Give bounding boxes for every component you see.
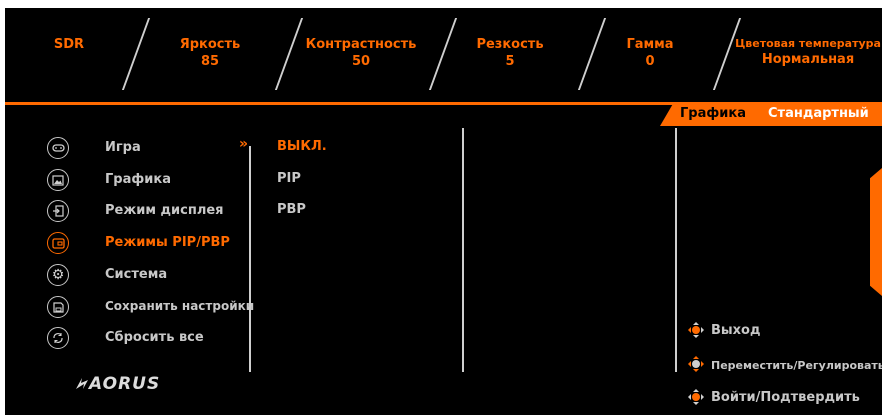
column-divider xyxy=(462,128,464,372)
sharpness-stat: Резкость 5 xyxy=(465,36,555,70)
brightness-value: 85 xyxy=(200,54,220,69)
separator xyxy=(577,18,607,90)
gamma-value: 0 xyxy=(645,54,655,69)
save-icon xyxy=(47,296,69,318)
menu-label: Сбросить все xyxy=(105,330,204,345)
menu-label: Режим дисплея xyxy=(105,203,224,218)
aorus-logo: AORUS xyxy=(75,374,160,394)
submenu-item-pbp[interactable]: PBP xyxy=(277,202,306,217)
separator xyxy=(274,18,304,90)
color-temp-label: Цветовая температура xyxy=(735,37,881,50)
display-input-icon xyxy=(47,200,69,222)
picture-mode-badge: Графика Стандартный xyxy=(660,102,882,126)
contrast-label: Контрастность xyxy=(305,37,417,52)
reset-icon xyxy=(47,327,69,349)
status-bar: SDR Яркость 85 Контрастность 50 Резкость… xyxy=(5,8,882,100)
picture-mode-label: Графика xyxy=(680,106,746,121)
menu-label: Графика xyxy=(105,172,171,187)
contrast-value: 50 xyxy=(351,54,371,69)
picture-icon xyxy=(47,169,69,191)
menu-label: Сохранить настройки xyxy=(105,299,255,313)
gamma-stat: Гамма 0 xyxy=(625,36,675,70)
column-divider xyxy=(249,146,251,372)
submenu-item-pip[interactable]: PIP xyxy=(277,171,301,186)
picture-mode-value: Стандартный xyxy=(768,106,869,121)
submenu-item-off[interactable]: ВЫКЛ. xyxy=(277,139,327,154)
contrast-stat: Контрастность 50 xyxy=(301,36,421,70)
column-divider xyxy=(675,128,677,372)
hint-label: Войти/Подтвердить xyxy=(711,390,860,405)
hdr-mode: SDR xyxy=(53,37,85,52)
brightness-label: Яркость xyxy=(179,37,241,52)
menu-label: Режимы PIP/PBP xyxy=(105,235,230,250)
pip-icon xyxy=(47,232,69,254)
sharpness-label: Резкость xyxy=(476,37,544,52)
hint-label: Выход xyxy=(711,323,761,338)
separator xyxy=(428,18,458,90)
joystick-press-icon xyxy=(685,387,707,409)
separator xyxy=(121,18,151,90)
scroll-indicator xyxy=(870,168,882,296)
sharpness-value: 5 xyxy=(505,54,515,69)
brand-text: AORUS xyxy=(89,374,161,394)
menu-label: Игра xyxy=(105,140,141,155)
chevron-right-icon: » xyxy=(239,136,249,152)
brightness-stat: Яркость 85 xyxy=(165,36,255,70)
joystick-move-icon xyxy=(685,354,707,376)
joystick-left-icon xyxy=(685,320,707,342)
hint-label: Переместить/Регулировать xyxy=(711,359,882,372)
gamepad-icon xyxy=(47,137,69,159)
menu-label: Система xyxy=(105,267,168,282)
color-temp-value: Нормальная xyxy=(761,52,855,67)
gamma-label: Гамма xyxy=(626,37,674,52)
osd-panel: SDR Яркость 85 Контрастность 50 Резкость… xyxy=(5,8,882,415)
color-temp-stat: Цветовая температура Нормальная xyxy=(734,36,882,68)
gear-icon: ⚙ xyxy=(47,264,69,286)
